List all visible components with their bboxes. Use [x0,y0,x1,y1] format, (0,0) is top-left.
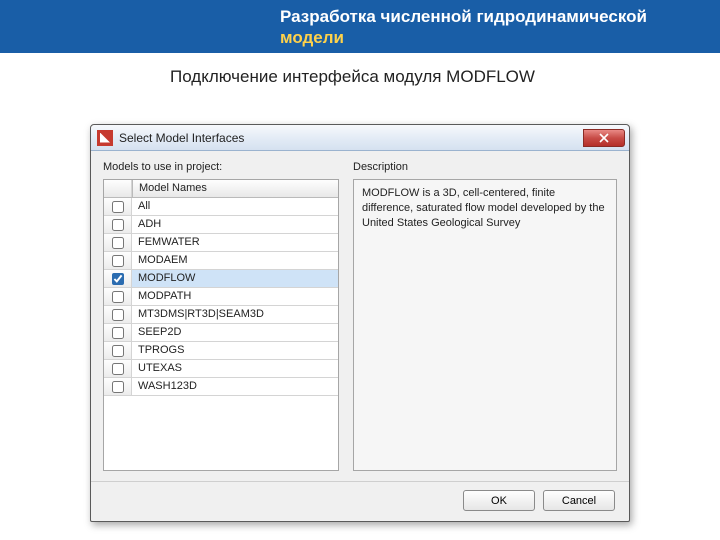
description-box: MODFLOW is a 3D, cell-centered, finite d… [353,179,617,471]
model-row-checkbox-cell [104,324,132,341]
button-row: OK Cancel [103,490,617,513]
model-name: UTEXAS [132,360,338,377]
model-row[interactable]: All [104,198,338,216]
model-name: MT3DMS|RT3D|SEAM3D [132,306,338,323]
window-body: Models to use in project: Model Names Al… [91,151,629,521]
banner-line2: модели [280,28,344,47]
ok-button[interactable]: OK [463,490,535,511]
app-icon [97,130,113,146]
model-row-checkbox-cell [104,360,132,377]
model-row-checkbox-cell [104,252,132,269]
model-checkbox[interactable] [112,255,124,267]
model-checkbox[interactable] [112,381,124,393]
model-checkbox[interactable] [112,309,124,321]
model-checkbox[interactable] [112,219,124,231]
page-subtitle: Подключение интерфейса модуля MODFLOW [0,53,720,97]
close-button[interactable] [583,129,625,147]
models-grid: Model Names AllADHFEMWATERMODAEMMODFLOWM… [103,179,339,471]
model-row[interactable]: WASH123D [104,378,338,396]
model-name: MODPATH [132,288,338,305]
model-name: ADH [132,216,338,233]
model-name: WASH123D [132,378,338,395]
model-row[interactable]: TPROGS [104,342,338,360]
model-row-checkbox-cell [104,270,132,287]
grid-header-name: Model Names [132,180,338,197]
banner-line1: Разработка численной гидродинамической [280,7,647,26]
grid-header-chk [104,180,132,197]
description-label: Description [353,161,617,173]
model-row[interactable]: ADH [104,216,338,234]
model-row-checkbox-cell [104,198,132,215]
model-row-checkbox-cell [104,378,132,395]
model-checkbox[interactable] [112,273,124,285]
model-name: SEEP2D [132,324,338,341]
window-title: Select Model Interfaces [119,131,583,145]
model-checkbox[interactable] [112,345,124,357]
model-checkbox[interactable] [112,237,124,249]
model-row[interactable]: MODAEM [104,252,338,270]
model-row[interactable]: SEEP2D [104,324,338,342]
titlebar[interactable]: Select Model Interfaces [91,125,629,151]
model-checkbox[interactable] [112,327,124,339]
model-checkbox[interactable] [112,291,124,303]
model-name: All [132,198,338,215]
model-row[interactable]: FEMWATER [104,234,338,252]
model-row-checkbox-cell [104,216,132,233]
models-label: Models to use in project: [103,161,339,173]
model-name: MODFLOW [132,270,338,287]
model-row[interactable]: MODFLOW [104,270,338,288]
model-row-checkbox-cell [104,306,132,323]
dialog-window: Select Model Interfaces Models to use in… [90,124,630,522]
page-banner: Разработка численной гидродинамической м… [0,0,720,53]
grid-header: Model Names [104,180,338,198]
model-checkbox[interactable] [112,201,124,213]
model-row[interactable]: UTEXAS [104,360,338,378]
model-row-checkbox-cell [104,342,132,359]
model-row[interactable]: MODPATH [104,288,338,306]
cancel-button[interactable]: Cancel [543,490,615,511]
model-row-checkbox-cell [104,288,132,305]
separator [91,481,629,482]
model-row[interactable]: MT3DMS|RT3D|SEAM3D [104,306,338,324]
model-name: TPROGS [132,342,338,359]
close-icon [599,133,609,143]
model-name: FEMWATER [132,234,338,251]
model-name: MODAEM [132,252,338,269]
model-row-checkbox-cell [104,234,132,251]
model-checkbox[interactable] [112,363,124,375]
